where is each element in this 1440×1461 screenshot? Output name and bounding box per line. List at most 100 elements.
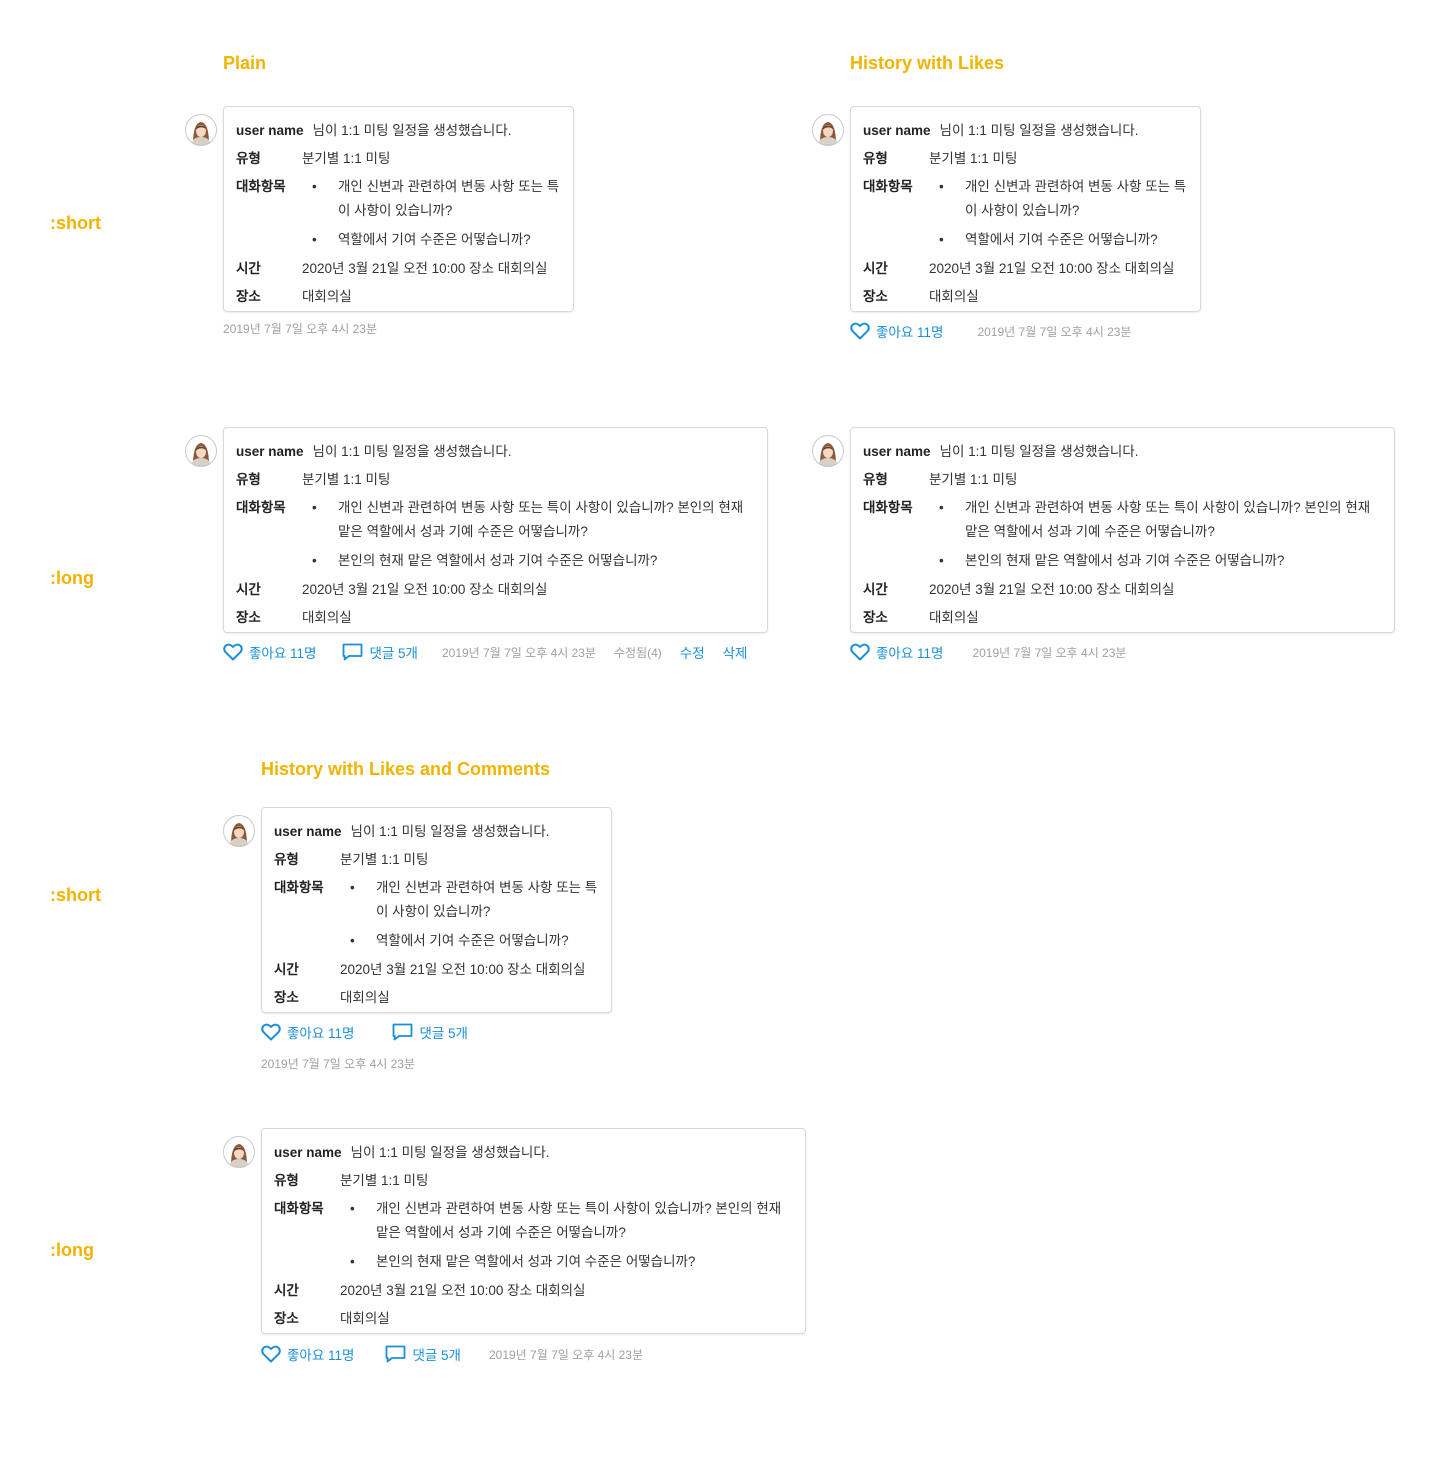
place-label: 장소 bbox=[863, 289, 888, 304]
place-row: 장소 대회의실 bbox=[236, 604, 755, 632]
history-card: user name 님이 1:1 미팅 일정을 생성했습니다. 유형 분기별 1:1 … bbox=[850, 427, 1395, 633]
comment-button[interactable]: 댓글 5개 bbox=[342, 642, 418, 662]
heart-icon bbox=[261, 1345, 281, 1363]
avatar-icon bbox=[812, 114, 844, 146]
topics-list: 개인 신변과 관련하여 변동 사항 또는 특이 사항이 있습니까?역할에서 기여… bbox=[302, 173, 561, 255]
like-button[interactable]: 좋아요 11명 bbox=[850, 642, 943, 662]
place-row: 장소 대회의실 bbox=[274, 1305, 793, 1333]
topic-item: 역할에서 기여 수준은 어떻습니까? bbox=[302, 226, 561, 255]
type-row: 유형 분기별 1:1 미팅 bbox=[863, 466, 1382, 494]
topics-row: 대화항목 개인 신변과 관련하여 변동 사항 또는 특이 사항이 있습니까?역할에… bbox=[274, 874, 599, 956]
comment-icon bbox=[392, 1023, 413, 1041]
place-value: 대회의실 bbox=[929, 610, 979, 625]
timestamp: 2019년 7월 7일 오후 4시 23분 bbox=[223, 322, 378, 336]
avatar-icon bbox=[223, 1136, 255, 1168]
avatar-icon bbox=[812, 435, 844, 467]
user-name: user name bbox=[274, 1145, 342, 1160]
user-name: user name bbox=[863, 123, 931, 138]
place-value: 대회의실 bbox=[302, 610, 352, 625]
time-value: 2020년 3월 21일 오전 10:00 장소 대회의실 bbox=[302, 261, 548, 276]
like-count: 좋아요 11명 bbox=[287, 1348, 355, 1363]
history-footer: 2019년 7월 7일 오후 4시 23분 bbox=[223, 320, 377, 337]
time-row: 시간 2020년 3월 21일 오전 10:00 장소 대회의실 bbox=[274, 1277, 793, 1305]
avatar-icon bbox=[185, 114, 217, 146]
topic-item: 개인 신변과 관련하여 변동 사항 또는 특이 사항이 있습니까? bbox=[340, 874, 599, 927]
time-label: 시간 bbox=[236, 582, 261, 597]
time-label: 시간 bbox=[236, 261, 261, 276]
heart-icon bbox=[261, 1023, 281, 1041]
topics-label: 대화항목 bbox=[274, 1201, 324, 1216]
topic-item: 개인 신변과 관련하여 변동 사항 또는 특이 사항이 있습니까? bbox=[929, 173, 1188, 226]
topics-label: 대화항목 bbox=[236, 179, 286, 194]
type-row: 유형 분기별 1:1 미팅 bbox=[274, 846, 599, 874]
entry-headline: user name 님이 1:1 미팅 일정을 생성했습니다. bbox=[274, 1139, 793, 1167]
comment-button[interactable]: 댓글 5개 bbox=[385, 1344, 461, 1364]
heart-icon bbox=[850, 643, 870, 661]
type-value: 분기별 1:1 미팅 bbox=[302, 151, 391, 166]
place-row: 장소 대회의실 bbox=[274, 984, 599, 1012]
topic-item: 본인의 현재 맡은 역할에서 성과 기여 수준은 어떻습니까? bbox=[340, 1248, 793, 1277]
history-card: user name 님이 1:1 미팅 일정을 생성했습니다. 유형 분기별 1:1 … bbox=[223, 427, 768, 633]
like-count: 좋아요 11명 bbox=[876, 325, 944, 340]
variant-label-long: :long bbox=[50, 568, 94, 588]
topics-list: 개인 신변과 관련하여 변동 사항 또는 특이 사항이 있습니까?역할에서 기여… bbox=[340, 874, 599, 956]
comment-count: 댓글 5개 bbox=[412, 1348, 461, 1363]
variant-label-long: :long bbox=[50, 1240, 94, 1260]
history-footer: 좋아요 11명 댓글 5개 bbox=[261, 1022, 468, 1042]
action-text: 님이 1:1 미팅 일정을 생성했습니다. bbox=[312, 123, 512, 138]
like-count: 좋아요 11명 bbox=[249, 646, 317, 661]
topic-item: 개인 신변과 관련하여 변동 사항 또는 특이 사항이 있습니까? 본인의 현재… bbox=[340, 1195, 793, 1248]
timestamp: 2019년 7월 7일 오후 4시 23분 bbox=[488, 1347, 643, 1362]
time-label: 시간 bbox=[863, 582, 888, 597]
type-label: 유형 bbox=[274, 852, 299, 867]
delete-link[interactable]: 삭제 bbox=[723, 642, 748, 662]
place-label: 장소 bbox=[274, 1311, 299, 1326]
action-text: 님이 1:1 미팅 일정을 생성했습니다. bbox=[312, 444, 512, 459]
topic-item: 역할에서 기여 수준은 어떻습니까? bbox=[929, 226, 1188, 255]
like-button[interactable]: 좋아요 11명 bbox=[261, 1344, 354, 1364]
time-value: 2020년 3월 21일 오전 10:00 장소 대회의실 bbox=[302, 582, 548, 597]
history-footer: 좋아요 11명 2019년 7월 7일 오후 4시 23분 bbox=[850, 321, 1131, 341]
timestamp: 2019년 7월 7일 오후 4시 23분 bbox=[261, 1057, 416, 1071]
time-value: 2020년 3월 21일 오전 10:00 장소 대회의실 bbox=[340, 1283, 586, 1298]
history-card: user name 님이 1:1 미팅 일정을 생성했습니다. 유형 분기별 1:1 … bbox=[850, 106, 1201, 312]
like-button[interactable]: 좋아요 11명 bbox=[261, 1022, 354, 1042]
time-row: 시간 2020년 3월 21일 오전 10:00 장소 대회의실 bbox=[863, 255, 1188, 283]
edit-link[interactable]: 수정 bbox=[680, 642, 705, 662]
avatar-icon bbox=[185, 435, 217, 467]
topic-item: 역할에서 기여 수준은 어떻습니까? bbox=[340, 927, 599, 956]
comment-count: 댓글 5개 bbox=[419, 1026, 468, 1041]
history-footer: 좋아요 11명 댓글 5개 2019년 7월 7일 오후 4시 23분 bbox=[261, 1344, 643, 1364]
entry-headline: user name 님이 1:1 미팅 일정을 생성했습니다. bbox=[274, 818, 599, 846]
time-label: 시간 bbox=[863, 261, 888, 276]
variant-label-short: :short bbox=[50, 885, 101, 905]
type-label: 유형 bbox=[863, 151, 888, 166]
time-row: 시간 2020년 3월 21일 오전 10:00 장소 대회의실 bbox=[274, 956, 599, 984]
like-button[interactable]: 좋아요 11명 bbox=[223, 642, 316, 662]
heart-icon bbox=[223, 643, 243, 661]
history-card: user name 님이 1:1 미팅 일정을 생성했습니다. 유형 분기별 1:1 … bbox=[261, 807, 612, 1013]
type-row: 유형 분기별 1:1 미팅 bbox=[236, 466, 755, 494]
time-row: 시간 2020년 3월 21일 오전 10:00 장소 대회의실 bbox=[236, 255, 561, 283]
topics-row: 대화항목 개인 신변과 관련하여 변동 사항 또는 특이 사항이 있습니까?역할에… bbox=[863, 173, 1188, 255]
history-card: user name 님이 1:1 미팅 일정을 생성했습니다. 유형 분기별 1:1 … bbox=[261, 1128, 806, 1334]
action-text: 님이 1:1 미팅 일정을 생성했습니다. bbox=[350, 1145, 550, 1160]
like-button[interactable]: 좋아요 11명 bbox=[850, 321, 943, 341]
comment-icon bbox=[342, 643, 363, 661]
topics-row: 대화항목 개인 신변과 관련하여 변동 사항 또는 특이 사항이 있습니까? 본인… bbox=[236, 494, 755, 576]
entry-headline: user name 님이 1:1 미팅 일정을 생성했습니다. bbox=[236, 117, 561, 145]
place-label: 장소 bbox=[236, 610, 261, 625]
topics-list: 개인 신변과 관련하여 변동 사항 또는 특이 사항이 있습니까? 본인의 현재… bbox=[340, 1195, 793, 1277]
place-label: 장소 bbox=[274, 990, 299, 1005]
section-title-plain: Plain bbox=[223, 53, 267, 73]
action-text: 님이 1:1 미팅 일정을 생성했습니다. bbox=[939, 444, 1139, 459]
time-value: 2020년 3월 21일 오전 10:00 장소 대회의실 bbox=[929, 582, 1175, 597]
place-value: 대회의실 bbox=[340, 1311, 390, 1326]
type-label: 유형 bbox=[274, 1173, 299, 1188]
time-label: 시간 bbox=[274, 1283, 299, 1298]
history-footer: 좋아요 11명 댓글 5개 2019년 7월 7일 오후 4시 23분 수정됨(… bbox=[223, 642, 747, 662]
user-name: user name bbox=[863, 444, 931, 459]
type-row: 유형 분기별 1:1 미팅 bbox=[863, 145, 1188, 173]
comment-button[interactable]: 댓글 5개 bbox=[392, 1022, 468, 1042]
topics-label: 대화항목 bbox=[863, 179, 913, 194]
